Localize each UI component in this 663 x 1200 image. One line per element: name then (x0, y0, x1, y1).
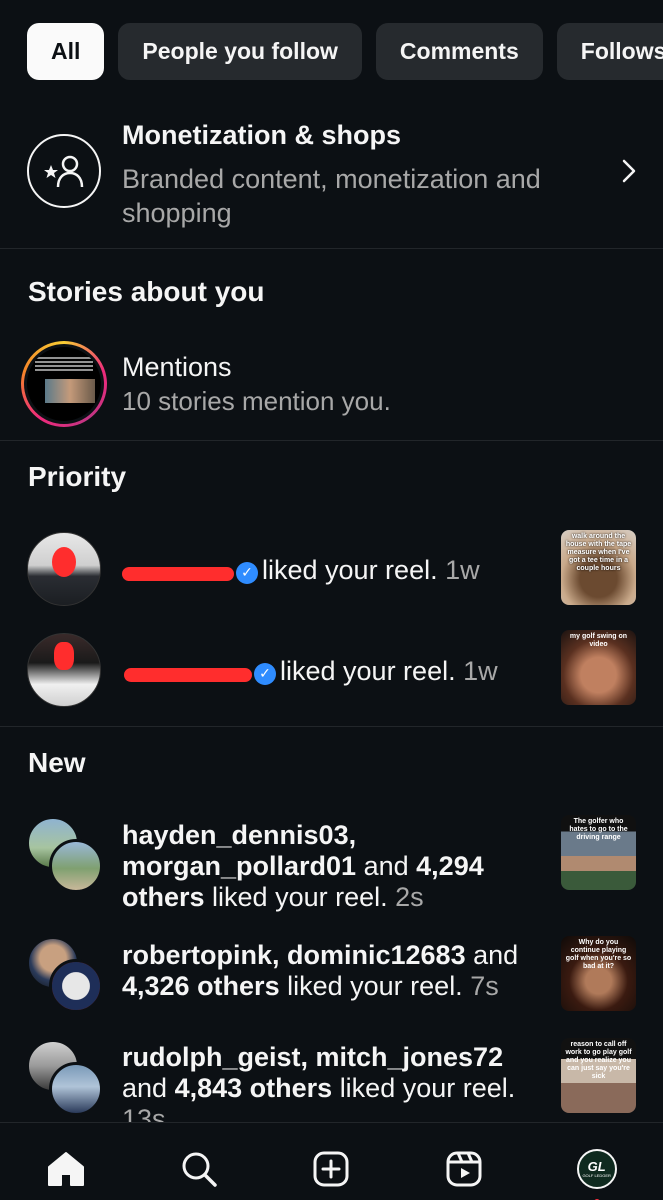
new-notification-2[interactable]: robertopink, dominic12683 and 4,326 othe… (122, 940, 532, 1002)
monetization-title: Monetization & shops (122, 120, 401, 150)
avatar (49, 1062, 103, 1116)
reel-thumbnail[interactable]: walk around the house with the tape meas… (561, 530, 636, 605)
notification-time: 13s (122, 1104, 166, 1122)
thumb-caption: reason to call off work to go play golf … (565, 1041, 632, 1080)
verified-badge-icon: ✓ (236, 561, 258, 584)
mentions-subtitle: 10 stories mention you. (122, 386, 391, 416)
avatar-stack[interactable] (27, 817, 103, 893)
thumb-caption: my golf swing on video (569, 633, 628, 648)
reels-icon[interactable] (434, 1145, 494, 1193)
new-section-title: New (28, 747, 86, 778)
create-icon[interactable] (301, 1145, 361, 1193)
new-notification-1[interactable]: hayden_dennis03, morgan_pollard01 and 4,… (122, 820, 532, 913)
avatar-stack[interactable] (27, 937, 103, 1013)
profile-subtext: GOLF LEDGER (582, 1173, 611, 1178)
conjunction: and (363, 851, 409, 881)
usernames: robertopink, dominic12683 (122, 940, 466, 970)
notification-time: 1w (445, 555, 480, 585)
redacted-username (122, 662, 252, 682)
tab-all[interactable]: All (27, 23, 105, 80)
search-icon[interactable] (169, 1145, 229, 1193)
mentions-story-ring[interactable] (21, 341, 107, 427)
others-count: 4,843 others (174, 1073, 333, 1103)
chevron-right-icon (621, 158, 637, 189)
notification-action: liked your reel. (287, 971, 463, 1001)
divider (0, 248, 663, 249)
notification-time: 7s (470, 971, 499, 1001)
reel-thumbnail[interactable]: Why do you continue playing golf when yo… (561, 936, 636, 1011)
story-thumbnail (27, 347, 101, 421)
avatar-stack[interactable] (27, 1040, 103, 1116)
notification-action: liked your reel. (212, 882, 388, 912)
verified-badge-icon: ✓ (254, 662, 276, 685)
home-icon[interactable] (36, 1145, 96, 1193)
notification-time: 2s (395, 882, 424, 912)
bottom-nav: GL GOLF LEDGER (0, 1122, 663, 1200)
reel-thumbnail[interactable]: The golfer who hates to go to the drivin… (561, 815, 636, 890)
atlanta-logo-avatar (49, 959, 103, 1013)
reel-thumbnail[interactable]: reason to call off work to go play golf … (561, 1038, 636, 1113)
avatar[interactable] (27, 633, 101, 707)
notification-time: 1w (463, 656, 498, 686)
star-person-icon (27, 134, 101, 208)
usernames: rudolph_geist, mitch_jones72 (122, 1042, 504, 1072)
stories-section-title: Stories about you (28, 276, 265, 307)
redacted-username (122, 561, 234, 581)
notification-action: liked your reel. (262, 555, 438, 585)
new-notification-3[interactable]: rudolph_geist, mitch_jones72 and 4,843 o… (122, 1042, 532, 1122)
tab-comments[interactable]: Comments (375, 23, 543, 80)
divider (0, 440, 663, 441)
avatar[interactable] (27, 532, 101, 606)
tab-people-you-follow[interactable]: People you follow (118, 23, 362, 80)
monetization-subtitle: Branded content, monetization and shoppi… (122, 164, 541, 228)
conjunction: and (473, 940, 519, 970)
profile-initials: GL (587, 1159, 606, 1174)
notification-action: liked your reel. (339, 1073, 516, 1103)
monetization-row[interactable]: Monetization & shops Branded content, mo… (0, 112, 663, 242)
priority-notification-1[interactable]: ✓ liked your reel. 1w (122, 555, 480, 586)
mentions-title[interactable]: Mentions (122, 352, 232, 383)
thumb-caption: walk around the house with the tape meas… (565, 533, 632, 572)
reel-thumbnail[interactable]: my golf swing on video (561, 630, 636, 705)
thumb-caption: Why do you continue playing golf when yo… (565, 939, 632, 970)
filter-tabs: All People you follow Comments Follows (27, 23, 663, 80)
notification-action: liked your reel. (280, 656, 456, 686)
usernames: hayden_dennis03, morgan_pollard01 (122, 820, 357, 881)
others-count: 4,326 others (122, 971, 280, 1001)
divider (0, 726, 663, 727)
tab-follows[interactable]: Follows (556, 23, 663, 80)
conjunction: and (122, 1073, 168, 1103)
priority-notification-2[interactable]: ✓ liked your reel. 1w (122, 656, 498, 687)
avatar (49, 839, 103, 893)
priority-section-title: Priority (28, 461, 127, 492)
profile-avatar[interactable]: GL GOLF LEDGER (567, 1145, 627, 1200)
thumb-caption: The golfer who hates to go to the drivin… (569, 818, 628, 841)
